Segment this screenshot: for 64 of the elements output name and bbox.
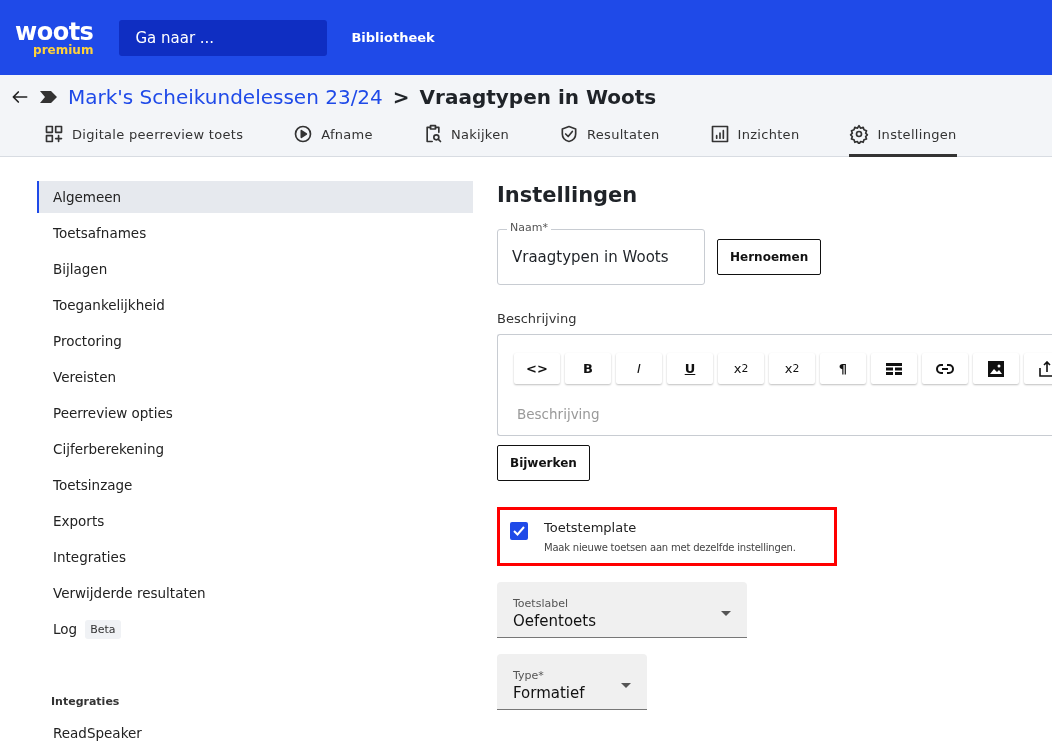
- logo[interactable]: woots premium: [15, 19, 94, 56]
- item-label: Log: [53, 621, 78, 637]
- tab[interactable]: Digitale peerreview toets: [44, 119, 244, 157]
- sidebar-item-row[interactable]: Log Beta: [37, 613, 473, 645]
- checkbox-label: Toetstemplate: [544, 520, 638, 535]
- sidebar-item[interactable]: Verwijderde resultaten: [37, 577, 473, 609]
- sidebar-item[interactable]: Exports: [37, 505, 473, 537]
- sidebar-item[interactable]: Proctoring: [37, 325, 473, 357]
- tab[interactable]: Resultaten: [559, 119, 660, 157]
- breadcrumb-link[interactable]: Mark's Scheikundelessen 23/24: [68, 85, 383, 109]
- toolbar-button[interactable]: B: [565, 353, 611, 384]
- tab[interactable]: Nakijken: [422, 119, 510, 157]
- select-field[interactable]: Type* Formatief: [497, 654, 647, 710]
- dropdown-caret-icon: [621, 683, 631, 688]
- bar-chart-icon: [709, 124, 730, 144]
- sidebar-item[interactable]: Toegankelijkheid: [37, 289, 473, 321]
- toolbar-button[interactable]: [973, 353, 1019, 384]
- sidebar-item[interactable]: Vereisten: [37, 361, 473, 393]
- name-field[interactable]: Naam* Vraagtypen in Woots: [497, 221, 705, 285]
- sidebar-item[interactable]: Toetsinzage: [37, 469, 473, 501]
- grid-plus-icon: [44, 124, 64, 144]
- toolbar-button[interactable]: I: [616, 353, 662, 384]
- toolbar-button[interactable]: ¶: [820, 353, 866, 384]
- check-icon: [513, 526, 525, 536]
- toolbar-button[interactable]: <>: [514, 353, 560, 384]
- sidebar-item[interactable]: Toetsafnames: [37, 217, 473, 249]
- sidebar-item[interactable]: Cijferberekening: [37, 433, 473, 465]
- tab[interactable]: Instellingen: [849, 119, 957, 157]
- upload-icon: [1039, 360, 1052, 377]
- shield-check-icon: [559, 124, 580, 144]
- toolbar-button[interactable]: U: [667, 353, 713, 384]
- section-title: Instellingen: [497, 183, 639, 207]
- beta-badge: Beta: [85, 619, 121, 639]
- image-icon: [988, 360, 1004, 377]
- page-title: Vraagtypen in Woots: [419, 85, 657, 109]
- search-field[interactable]: Ga naar ...: [119, 19, 328, 56]
- tab[interactable]: Afname: [293, 119, 373, 157]
- table-icon: [886, 362, 902, 375]
- toolbar-button[interactable]: [871, 353, 917, 384]
- breadcrumb-separator: >: [392, 85, 410, 109]
- field-label: Type*: [513, 669, 545, 682]
- field-value: Oefentoets: [513, 612, 597, 630]
- select-field[interactable]: Toetslabel Oefentoets: [497, 582, 747, 638]
- sidebar-item[interactable]: Peerreview opties: [37, 397, 473, 429]
- checkbox[interactable]: [510, 522, 528, 540]
- sidebar-item[interactable]: Algemeen: [37, 181, 473, 213]
- section-heading: Integraties: [50, 693, 121, 710]
- toolbar-button[interactable]: [922, 353, 968, 384]
- field-value: Formatief: [513, 684, 585, 702]
- sidebar-item[interactable]: Integraties: [37, 541, 473, 573]
- settings-icon: [849, 124, 870, 144]
- rename-button[interactable]: Hernoemen: [717, 239, 822, 275]
- sidebar-item[interactable]: Bijlagen: [37, 253, 473, 285]
- update-button[interactable]: Bijwerken: [497, 445, 590, 481]
- nav-link[interactable]: Bibliotheek: [351, 30, 435, 45]
- link-icon: [936, 363, 954, 374]
- tab[interactable]: Inzichten: [709, 119, 800, 157]
- field-label: Beschrijving: [497, 311, 578, 326]
- dropdown-caret-icon: [721, 611, 731, 616]
- checkbox-hint: Maak nieuwe toetsen aan met dezelfde instellingen.: [544, 542, 796, 553]
- sidebar-item[interactable]: ReadSpeaker: [37, 717, 473, 749]
- play-icon: [293, 124, 314, 144]
- field-label: Toetslabel: [513, 597, 569, 610]
- chevron-icon: [40, 90, 58, 104]
